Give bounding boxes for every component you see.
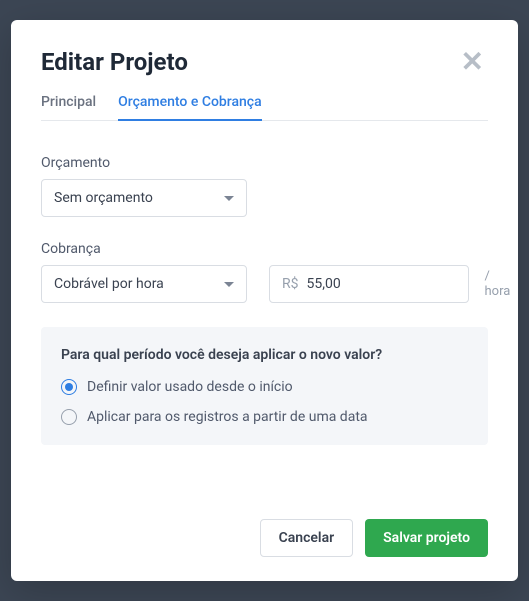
budget-select[interactable]: Sem orçamento — [41, 179, 247, 217]
close-button[interactable]: ✕ — [457, 48, 488, 76]
billing-label: Cobrança — [41, 241, 488, 257]
rate-suffix: / hora — [485, 269, 511, 299]
budget-field-group: Orçamento Sem orçamento — [41, 155, 488, 217]
modal-footer: Cancelar Salvar projeto — [41, 507, 488, 557]
radio-icon — [61, 409, 77, 425]
radio-icon — [61, 379, 77, 395]
budget-select-value: Sem orçamento — [54, 190, 153, 206]
billing-select-value: Cobrável por hora — [54, 276, 164, 292]
cancel-button[interactable]: Cancelar — [260, 519, 354, 557]
edit-project-modal: Editar Projeto ✕ Principal Orçamento e C… — [11, 20, 518, 581]
tab-main[interactable]: Principal — [41, 94, 96, 120]
hourly-rate-input[interactable]: R$ / hora — [269, 265, 469, 303]
period-title: Para qual período você deseja aplicar o … — [61, 347, 468, 363]
radio-option-from-date[interactable]: Aplicar para os registros a partir de um… — [61, 409, 468, 425]
currency-prefix: R$ — [282, 276, 299, 292]
billing-select[interactable]: Cobrável por hora — [41, 265, 247, 303]
close-icon: ✕ — [461, 45, 484, 78]
modal-header: Editar Projeto ✕ — [41, 48, 488, 76]
chevron-down-icon — [224, 282, 234, 287]
budget-label: Orçamento — [41, 155, 488, 171]
tab-budget-billing[interactable]: Orçamento e Cobrança — [118, 94, 262, 120]
radio-option-from-start[interactable]: Definir valor usado desde o início — [61, 379, 468, 395]
billing-row: Cobrável por hora R$ / hora — [41, 265, 488, 303]
radio-label: Definir valor usado desde o início — [87, 379, 293, 395]
billing-field-group: Cobrança Cobrável por hora R$ / hora — [41, 241, 488, 303]
period-panel: Para qual período você deseja aplicar o … — [41, 327, 488, 445]
modal-title: Editar Projeto — [41, 48, 188, 76]
rate-value-field[interactable] — [307, 276, 485, 292]
modal-body: Orçamento Sem orçamento Cobrança Cobráve… — [41, 121, 488, 507]
save-button[interactable]: Salvar projeto — [365, 519, 488, 557]
chevron-down-icon — [224, 196, 234, 201]
tabs: Principal Orçamento e Cobrança — [41, 94, 488, 121]
radio-label: Aplicar para os registros a partir de um… — [87, 409, 368, 425]
